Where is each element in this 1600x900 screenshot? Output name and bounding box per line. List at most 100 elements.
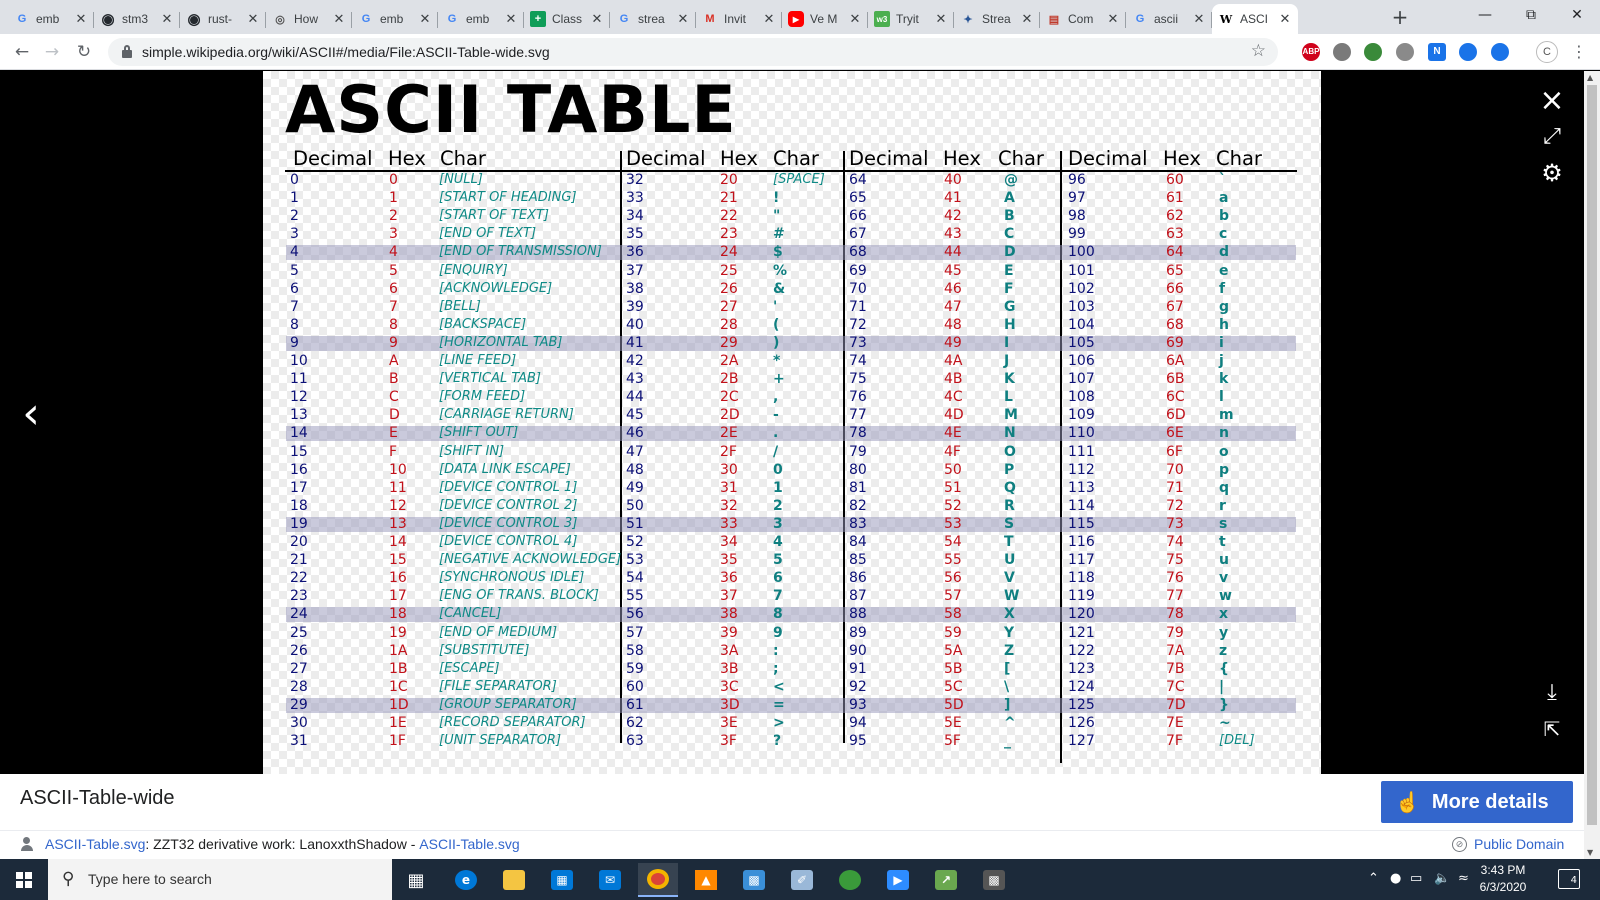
microphone-icon[interactable]: ● [1390,871,1401,886]
share-icon[interactable]: ⇱ [1538,715,1566,743]
mail-icon[interactable]: ✉ [590,863,630,897]
taskbar-clock[interactable]: 3:43 PM 6/3/2020 [1468,862,1538,896]
hex-cell: 2 [389,208,398,225]
browser-tab[interactable]: M Invit ✕ [696,4,782,34]
hex-cell: 69 [1166,334,1184,351]
battery-icon[interactable]: ▭ [1410,871,1422,886]
scroll-up-arrow[interactable]: ▲ [1587,73,1593,82]
browser-tab[interactable]: Gascii ✕ [1126,4,1212,34]
decimal-cell: 45 [626,407,644,424]
restore-button[interactable]: ⧉ [1508,0,1554,30]
maps-icon[interactable] [830,863,870,897]
tab-close-icon[interactable]: ✕ [418,11,432,27]
profile-avatar[interactable]: C [1536,41,1558,63]
chart-app-icon[interactable]: ↗ [926,863,966,897]
task-view-icon[interactable]: ▦ [396,863,436,897]
close-window-button[interactable]: ✕ [1554,0,1600,30]
download-icon[interactable]: ⤓ [1538,679,1566,707]
tab-close-icon[interactable]: ✕ [1020,11,1034,27]
menu-kebab-icon[interactable]: ⋮ [1571,41,1587,63]
char-cell: H [1004,316,1016,333]
decimal-cell: 66 [849,208,867,225]
browser-tab[interactable]: ▶ Ve M ✕ [782,4,868,34]
browser-tab[interactable]: Gemb ✕ [352,4,438,34]
store-icon[interactable]: ▦ [542,863,582,897]
browser-tab[interactable]: ✦ Strea ✕ [954,4,1040,34]
tab-close-icon[interactable]: ✕ [332,11,346,27]
reload-icon[interactable]: ↻ [72,40,96,64]
decimal-cell: 23 [290,588,308,605]
start-button[interactable] [0,859,48,900]
forward-icon[interactable]: → [40,40,64,64]
tab-close-icon[interactable]: ✕ [848,11,862,27]
license-link[interactable]: ⊘ Public Domain [1452,836,1564,852]
tab-close-icon[interactable]: ✕ [74,11,88,27]
tab-close-icon[interactable]: ✕ [160,11,174,27]
extension-icon[interactable] [1396,43,1414,61]
minimize-button[interactable]: — [1462,0,1508,30]
taskbar-search[interactable]: ⚲ Type here to search [48,859,392,900]
browser-tab[interactable]: ▤ Com ✕ [1040,4,1126,34]
back-icon[interactable]: ← [10,40,34,64]
notification-center-icon[interactable]: 4 [1558,869,1580,889]
tab-close-icon[interactable]: ✕ [1106,11,1120,27]
hex-cell: 59 [944,624,962,641]
scroll-down-arrow[interactable]: ▼ [1587,848,1593,857]
browser-tab[interactable]: w3 Tryit ✕ [868,4,954,34]
browser-tab[interactable]: ◉ rust- ✕ [180,4,266,34]
terminal-app-icon[interactable]: ▩ [974,863,1014,897]
browser-tab[interactable]: ◉ stm3 ✕ [94,4,180,34]
hex-cell: 1D [389,696,409,713]
tab-close-icon[interactable]: ✕ [762,11,776,27]
extension-icon[interactable]: ABP [1302,43,1320,61]
more-details-button[interactable]: ☝ More details [1381,781,1573,823]
zoom-icon[interactable]: ▶ [878,863,918,897]
close-icon[interactable]: × [1536,85,1568,117]
tray-expand-icon[interactable]: ⌃ [1368,871,1379,886]
extension-icon[interactable] [1364,43,1382,61]
column-header-char: Char [773,147,819,170]
volume-icon[interactable]: 🔈 [1434,871,1450,886]
edge-icon[interactable]: e [446,863,486,897]
previous-image-icon[interactable]: ‹ [16,389,46,439]
extension-icon[interactable] [1459,43,1477,61]
extension-icon[interactable] [1333,43,1351,61]
extension-icon[interactable]: N [1428,43,1446,61]
tab-close-icon[interactable]: ✕ [504,11,518,27]
browser-tab[interactable]: W ASCI ✕ [1212,4,1298,34]
tab-close-icon[interactable]: ✕ [934,11,948,27]
tab-close-icon[interactable]: ✕ [676,11,690,27]
char-cell: J [1004,353,1010,369]
fullscreen-icon[interactable]: ⤢ [1538,123,1566,151]
browser-tab[interactable]: Gstrea ✕ [610,4,696,34]
tab-close-icon[interactable]: ✕ [1192,11,1206,27]
decimal-cell: 81 [849,479,867,496]
url-text[interactable]: simple.wikipedia.org/wiki/ASCII#/media/F… [142,44,550,60]
source-link[interactable]: ASCII-Table.svg [45,836,145,852]
browser-tab[interactable]: Gemb ✕ [438,4,524,34]
paint-icon[interactable]: ✐ [782,863,822,897]
new-tab-button[interactable]: + [1388,5,1412,29]
char-cell: } [1219,696,1229,713]
derivative-link[interactable]: ASCII-Table.svg [419,836,519,852]
file-explorer-icon[interactable] [494,863,534,897]
tab-close-icon[interactable]: ✕ [246,11,260,27]
char-cell: / [773,443,779,460]
address-bar[interactable]: simple.wikipedia.org/wiki/ASCII#/media/F… [108,38,1278,66]
gear-icon[interactable]: ⚙ [1538,159,1566,187]
tab-close-icon[interactable]: ✕ [1278,11,1292,27]
extension-icon[interactable] [1491,43,1509,61]
decimal-cell: 29 [290,696,308,713]
tab-close-icon[interactable]: ✕ [590,11,604,27]
char-cell: U [1004,552,1016,569]
bookmark-star-icon[interactable]: ☆ [1251,41,1266,61]
char-cell: i [1219,334,1224,351]
page-scrollbar[interactable]: ▲ ▼ [1584,71,1600,859]
browser-tab[interactable]: ◎ How ✕ [266,4,352,34]
control-panel-icon[interactable]: ▩ [734,863,774,897]
vlc-icon[interactable]: ▲ [686,863,726,897]
browser-tab[interactable]: + Class ✕ [524,4,610,34]
chrome-icon[interactable] [638,863,678,897]
scrollbar-thumb[interactable] [1587,85,1597,825]
browser-tab[interactable]: Gemb ✕ [8,4,94,34]
